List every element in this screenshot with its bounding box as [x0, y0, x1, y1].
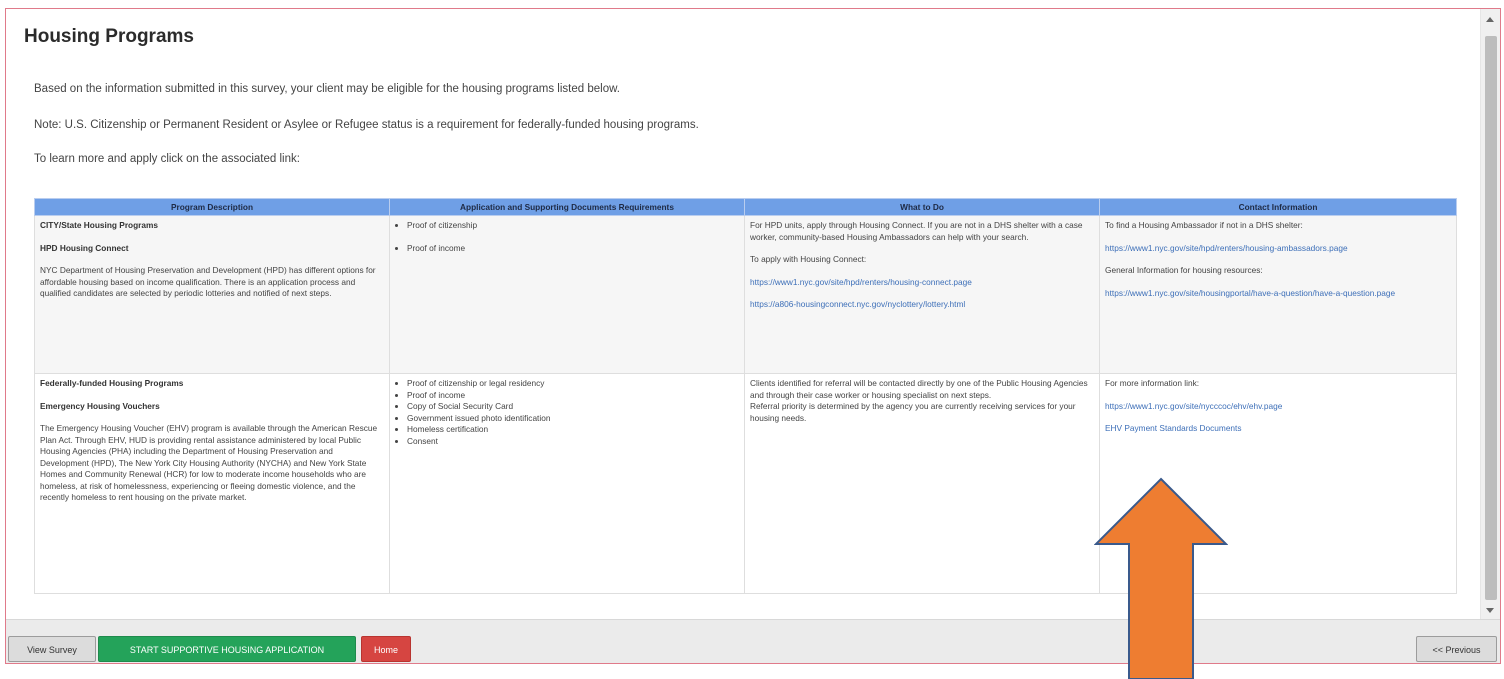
- requirement-item: Government issued photo identification: [407, 413, 739, 425]
- requirement-item: Copy of Social Security Card: [407, 401, 739, 413]
- view-survey-button[interactable]: View Survey: [8, 636, 96, 662]
- program-name: HPD Housing Connect: [40, 242, 129, 253]
- lottery-link[interactable]: https://a806-housingconnect.nyc.gov/nycl…: [750, 299, 1094, 311]
- program-description-cell: CITY/State Housing Programs HPD Housing …: [34, 215, 390, 374]
- column-header: Program Description: [34, 198, 390, 216]
- requirement-item: Proof of income: [407, 243, 739, 255]
- survey-results-frame: Housing Programs Based on the informatio…: [5, 8, 1501, 664]
- learn-more-text: To learn more and apply click on the ass…: [34, 153, 300, 165]
- scroll-up-arrow-icon[interactable]: [1486, 17, 1494, 22]
- housing-connect-link[interactable]: https://www1.nyc.gov/site/hpd/renters/ho…: [750, 277, 1094, 289]
- ehv-link[interactable]: https://www1.nyc.gov/site/nycccoc/ehv/eh…: [1105, 401, 1451, 413]
- what-to-do-text: Clients identified for referral will be …: [750, 378, 1088, 400]
- column-header: What to Do: [744, 198, 1100, 216]
- housing-portal-link[interactable]: https://www1.nyc.gov/site/housingportal/…: [1105, 288, 1451, 300]
- contact-text: To find a Housing Ambassador if not in a…: [1105, 220, 1303, 230]
- referral-text: Referral priority is determined by the a…: [750, 401, 1076, 423]
- table-row: Federally-funded Housing Programs Emerge…: [34, 373, 1457, 594]
- program-category: CITY/State Housing Programs: [40, 220, 159, 230]
- what-to-do-cell: For HPD units, apply through Housing Con…: [744, 215, 1100, 374]
- scroll-down-arrow-icon[interactable]: [1486, 608, 1494, 613]
- citizenship-note: Note: U.S. Citizenship or Permanent Resi…: [34, 119, 699, 131]
- start-application-button[interactable]: START SUPPORTIVE HOUSING APPLICATION: [98, 636, 356, 662]
- column-header: Contact Information: [1099, 198, 1457, 216]
- what-to-do-cell: Clients identified for referral will be …: [744, 373, 1100, 594]
- housing-programs-table: Program Description Application and Supp…: [34, 198, 1457, 594]
- requirement-item: Proof of citizenship or legal residency: [407, 378, 739, 390]
- home-button[interactable]: Home: [361, 636, 411, 662]
- program-category: Federally-funded Housing Programs: [40, 378, 184, 388]
- housing-ambassadors-link[interactable]: https://www1.nyc.gov/site/hpd/renters/ho…: [1105, 243, 1451, 255]
- contact-text: General Information for housing resource…: [1105, 265, 1263, 275]
- requirement-item: Proof of citizenship: [407, 220, 739, 232]
- requirements-cell: Proof of citizenship Proof of income: [389, 215, 745, 374]
- program-name: Emergency Housing Vouchers: [40, 400, 160, 411]
- table-header-row: Program Description Application and Supp…: [34, 198, 1457, 216]
- results-content: Housing Programs Based on the informatio…: [6, 9, 1480, 619]
- scroll-thumb[interactable]: [1485, 36, 1497, 600]
- table-row: CITY/State Housing Programs HPD Housing …: [34, 215, 1457, 374]
- contact-cell: To find a Housing Ambassador if not in a…: [1099, 215, 1457, 374]
- action-footer: View Survey START SUPPORTIVE HOUSING APP…: [6, 619, 1500, 663]
- page-title: Housing Programs: [24, 26, 194, 47]
- requirements-cell: Proof of citizenship or legal residency …: [389, 373, 745, 594]
- up-arrow-icon: [1094, 477, 1228, 679]
- requirement-item: Consent: [407, 436, 739, 448]
- program-description: NYC Department of Housing Preservation a…: [40, 265, 376, 298]
- previous-button[interactable]: << Previous: [1416, 636, 1497, 662]
- program-description-cell: Federally-funded Housing Programs Emerge…: [34, 373, 390, 594]
- vertical-scrollbar[interactable]: [1480, 9, 1500, 619]
- ehv-payment-standards-link[interactable]: EHV Payment Standards Documents: [1105, 423, 1451, 435]
- program-description: The Emergency Housing Voucher (EHV) prog…: [40, 423, 378, 502]
- column-header: Application and Supporting Documents Req…: [389, 198, 745, 216]
- requirement-item: Homeless certification: [407, 424, 739, 436]
- eligibility-text: Based on the information submitted in th…: [34, 83, 620, 95]
- requirement-item: Proof of income: [407, 390, 739, 402]
- what-to-do-text: For HPD units, apply through Housing Con…: [750, 220, 1083, 242]
- contact-text: For more information link:: [1105, 378, 1200, 388]
- apply-instruction: To apply with Housing Connect:: [750, 254, 867, 264]
